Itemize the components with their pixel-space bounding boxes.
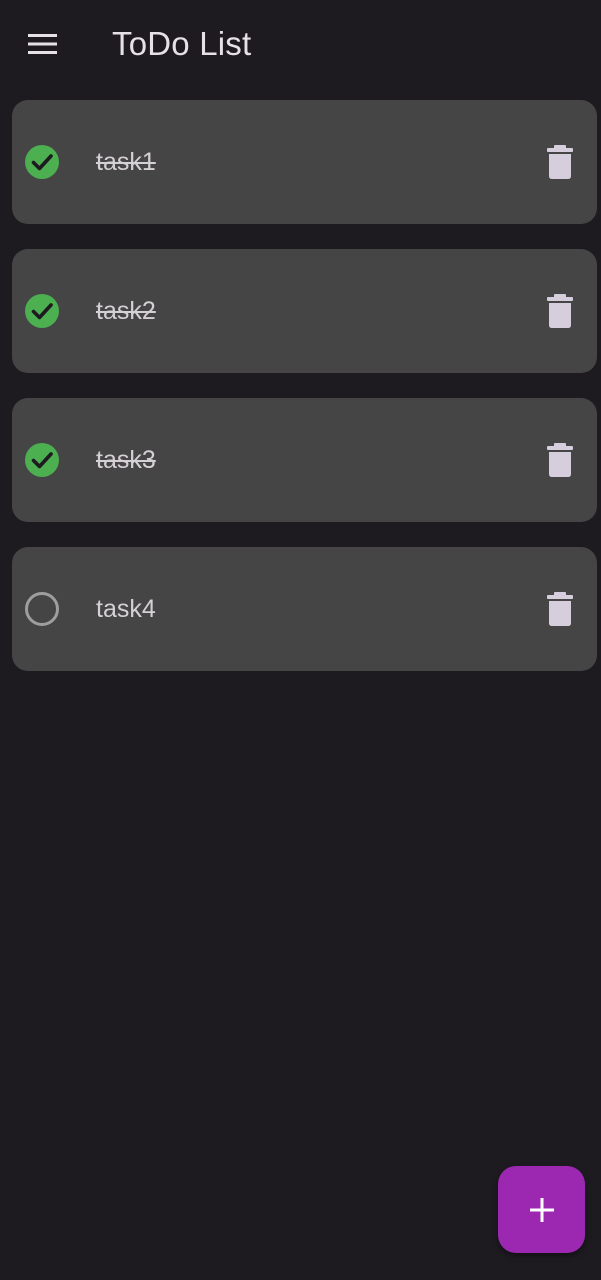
task-list: task1 task2 task3 task4 — [12, 100, 597, 696]
page-title: ToDo List — [112, 25, 252, 62]
trash-icon — [547, 145, 573, 179]
trash-icon — [547, 294, 573, 328]
empty-circle-icon[interactable] — [24, 591, 60, 627]
task-label: task4 — [96, 595, 156, 623]
check-circle-icon[interactable] — [24, 442, 60, 478]
task-label: task1 — [96, 148, 156, 176]
delete-button[interactable] — [540, 587, 580, 631]
menu-icon — [28, 34, 57, 54]
plus-icon — [529, 1197, 554, 1222]
task-card: task1 — [12, 100, 597, 224]
menu-button[interactable] — [20, 24, 66, 64]
check-circle-icon[interactable] — [24, 144, 60, 180]
task-card: task4 — [12, 547, 597, 671]
delete-button[interactable] — [540, 140, 580, 184]
delete-button[interactable] — [540, 438, 580, 482]
task-card: task3 — [12, 398, 597, 522]
check-circle-icon[interactable] — [24, 293, 60, 329]
task-card: task2 — [12, 249, 597, 373]
task-label: task2 — [96, 297, 156, 325]
trash-icon — [547, 592, 573, 626]
delete-button[interactable] — [540, 289, 580, 333]
add-task-button[interactable] — [498, 1166, 585, 1253]
app-bar: ToDo List — [0, 0, 601, 88]
task-label: task3 — [96, 446, 156, 474]
trash-icon — [547, 443, 573, 477]
